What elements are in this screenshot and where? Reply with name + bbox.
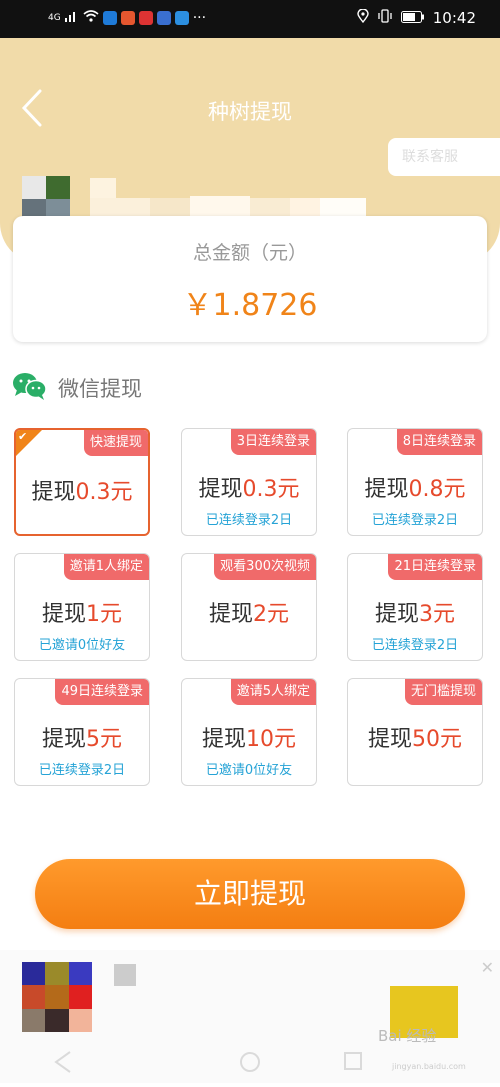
option-amount: 提现0.3元 — [198, 477, 300, 502]
option-tag: 8日连续登录 — [396, 429, 482, 455]
more-notifications-icon: ··· — [192, 10, 207, 26]
option-amount: 提现5元 — [41, 727, 122, 752]
page-title: 种树提现 — [208, 100, 292, 124]
clock: 10:42 — [432, 9, 476, 27]
option-tag: 21日连续登录 — [388, 554, 482, 580]
option-amount: 提现2元 — [208, 602, 289, 627]
watermark-url: jingyan.baidu.com — [392, 1062, 466, 1071]
battery-icon — [400, 9, 425, 27]
app-notification-icon — [138, 11, 153, 25]
wechat-withdraw-header: 微信提现 — [12, 370, 142, 406]
option-progress: 已连续登录2日 — [371, 638, 459, 653]
withdraw-option[interactable]: 21日连续登录 提现3元 已连续登录2日 — [347, 553, 483, 661]
withdraw-option[interactable]: 无门槛提现 提现50元 — [347, 678, 483, 786]
option-amount: 提现10元 — [201, 727, 296, 752]
wechat-withdraw-label: 微信提现 — [58, 377, 142, 401]
app-notification-icon — [102, 11, 117, 25]
location-icon — [357, 8, 369, 27]
withdraw-option[interactable]: 8日连续登录 提现0.8元 已连续登录2日 — [347, 428, 483, 536]
app-notification-icon — [156, 11, 171, 25]
option-tag: 49日连续登录 — [55, 679, 149, 705]
option-tag: 无门槛提现 — [404, 679, 482, 705]
wechat-icon — [12, 371, 48, 405]
option-amount: 提现0.8元 — [364, 477, 466, 502]
option-progress: 已连续登录2日 — [371, 513, 459, 528]
status-icons-left: 4G ··· — [48, 10, 206, 26]
withdraw-option[interactable]: 观看300次视频 提现2元 — [181, 553, 317, 661]
app-notification-icon — [174, 11, 189, 25]
balance-label: 总金额（元） — [192, 242, 307, 264]
option-tag: 快速提现 — [83, 430, 148, 456]
option-tag: 邀请5人绑定 — [230, 679, 316, 705]
vibrate-icon — [377, 9, 393, 27]
app-notification-icon — [120, 11, 135, 25]
balance-card: 总金额（元） ￥1.8726 — [13, 216, 487, 342]
withdraw-option[interactable]: 邀请1人绑定 提现1元 已邀请0位好友 — [14, 553, 150, 661]
option-amount: 提现3元 — [374, 602, 455, 627]
ad-logo — [114, 964, 136, 986]
status-bar: 4G ··· 10:42 — [0, 0, 500, 38]
signal-indicator: 4G — [48, 13, 61, 23]
option-amount: 提现0.3元 — [31, 480, 133, 505]
option-progress: 已邀请0位好友 — [205, 763, 293, 778]
close-icon[interactable]: ✕ — [481, 958, 494, 977]
status-icons-right: 10:42 — [357, 8, 476, 27]
withdraw-now-button[interactable]: 立即提现 — [35, 859, 465, 929]
option-amount: 提现50元 — [367, 727, 462, 752]
contact-service-button[interactable]: 联系客服 — [388, 138, 500, 176]
watermark: Bai 经验 — [378, 1027, 437, 1045]
option-progress: 已邀请0位好友 — [38, 638, 126, 653]
option-progress: 已连续登录2日 — [205, 513, 293, 528]
withdraw-option[interactable]: ✔ 快速提现 提现0.3元 — [14, 428, 150, 536]
signal-bars-icon — [64, 10, 79, 26]
option-tag: 观看300次视频 — [214, 554, 316, 580]
option-amount: 提现1元 — [41, 602, 122, 627]
option-progress: 已连续登录2日 — [38, 763, 126, 778]
checkmark-icon: ✔ — [18, 430, 28, 443]
option-tag: 3日连续登录 — [230, 429, 316, 455]
balance-value: ￥1.8726 — [182, 288, 318, 323]
withdraw-option[interactable]: 3日连续登录 提现0.3元 已连续登录2日 — [181, 428, 317, 536]
ad-image — [22, 962, 92, 1032]
option-tag: 邀请1人绑定 — [63, 554, 149, 580]
wifi-icon — [83, 10, 99, 26]
withdraw-option[interactable]: 49日连续登录 提现5元 已连续登录2日 — [14, 678, 150, 786]
withdraw-option[interactable]: 邀请5人绑定 提现10元 已邀请0位好友 — [181, 678, 317, 786]
